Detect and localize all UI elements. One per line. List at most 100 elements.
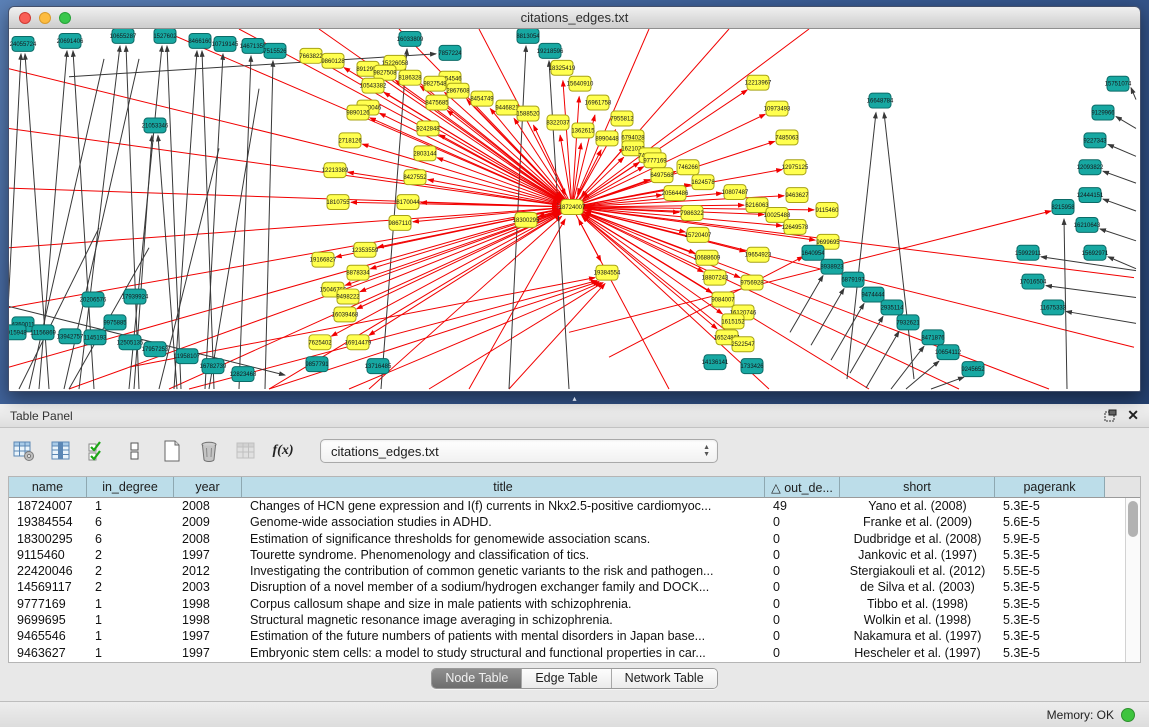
graph-node[interactable]: 8215958 — [1051, 200, 1075, 215]
graph-node[interactable]: 9245652 — [961, 362, 985, 377]
cell-short[interactable]: de Silva et al. (2003) — [840, 579, 995, 595]
graph-node[interactable]: 9827548 — [423, 76, 447, 91]
graph-node[interactable]: 8471876 — [921, 330, 945, 345]
column-header-out_de[interactable]: △ out_de... — [765, 477, 840, 498]
cell-short[interactable]: Nakamura et al. (1997) — [840, 628, 995, 644]
column-header-in_degree[interactable]: in_degree — [87, 477, 174, 498]
graph-node[interactable]: 11675333 — [1040, 300, 1067, 315]
graph-node[interactable]: 19218596 — [537, 43, 564, 58]
graph-node[interactable]: 9777169 — [643, 153, 667, 168]
graph-edge-red[interactable] — [439, 135, 572, 207]
graph-node[interactable]: 16039468 — [332, 307, 359, 322]
graph-node[interactable]: 9498222 — [336, 289, 360, 304]
network-selector-dropdown[interactable]: citations_edges.txt ▲▼ — [320, 439, 718, 463]
graph-edge-black[interactable] — [174, 51, 197, 389]
column-header-year[interactable]: year — [174, 477, 242, 498]
cell-in[interactable]: 1 — [87, 498, 174, 514]
graph-edge-black[interactable] — [1046, 286, 1136, 298]
graph-node[interactable]: 12649578 — [782, 219, 809, 234]
table-row[interactable]: 1456911722003Disruption of a novel membe… — [9, 579, 1140, 595]
graph-node[interactable]: 9756928 — [740, 275, 764, 290]
column-header-name[interactable]: name — [9, 477, 87, 498]
select-checks-button[interactable] — [84, 437, 112, 465]
cell-name[interactable]: 18724007 — [9, 498, 87, 514]
table-row[interactable]: 911546021997Tourette syndrome. Phenomeno… — [9, 547, 1140, 563]
cell-title[interactable]: Structural magnetic resonance image aver… — [242, 612, 765, 628]
graph-edge-black[interactable] — [1131, 88, 1136, 100]
cell-pr[interactable]: 5.3E-5 — [995, 579, 1105, 595]
graph-node[interactable]: 7857224 — [438, 45, 462, 60]
graph-node[interactable]: 1588520 — [516, 106, 540, 121]
graph-node[interactable]: 7986322 — [680, 206, 704, 221]
scrollbar-thumb[interactable] — [1128, 501, 1138, 537]
graph-node[interactable]: 9463627 — [785, 188, 809, 203]
graph-edge-black[interactable] — [891, 346, 924, 389]
cell-name[interactable]: 22420046 — [9, 563, 87, 579]
cell-title[interactable]: Tourette syndrome. Phenomenology and cla… — [242, 547, 765, 563]
graph-node[interactable]: 13716485 — [365, 359, 392, 374]
cell-year[interactable]: 1997 — [174, 547, 242, 563]
graph-edge-black[interactable] — [9, 306, 285, 375]
graph-edge-black[interactable] — [1100, 229, 1136, 241]
cell-pr[interactable]: 5.3E-5 — [995, 612, 1105, 628]
graph-edge-red[interactable] — [380, 113, 572, 207]
graph-edge-red[interactable] — [9, 128, 558, 205]
cell-title[interactable]: Changes of HCN gene expression and I(f) … — [242, 498, 765, 514]
graph-node[interactable]: 10688609 — [694, 250, 721, 265]
graph-node[interactable]: 12444151 — [1077, 188, 1104, 203]
graph-node[interactable]: 1640954 — [801, 245, 825, 260]
table-mode-button[interactable] — [10, 437, 38, 465]
graph-node[interactable]: 10719145 — [212, 36, 239, 51]
table-row[interactable]: 977716911998Corpus callosum shape and si… — [9, 596, 1140, 612]
table-row[interactable]: 946362711997Embryonic stem cells: a mode… — [9, 645, 1140, 661]
network-graph[interactable]: 1872400718300295193845547663822986012889… — [9, 29, 1140, 391]
graph-node[interactable]: 14136141 — [702, 355, 729, 370]
graph-node[interactable]: 13942757 — [57, 329, 84, 344]
graph-node[interactable]: 12505135 — [117, 335, 144, 350]
delete-trash-button[interactable] — [195, 437, 223, 465]
cell-in[interactable]: 6 — [87, 514, 174, 530]
cell-out[interactable]: 0 — [765, 596, 840, 612]
graph-edge-black[interactable] — [1116, 117, 1136, 129]
table-row[interactable]: 1872400712008Changes of HCN gene express… — [9, 498, 1140, 514]
graph-node[interactable]: 16033809 — [397, 31, 424, 46]
cell-year[interactable]: 1998 — [174, 596, 242, 612]
cell-name[interactable]: 9465546 — [9, 628, 87, 644]
graph-node[interactable]: 9474444 — [861, 287, 885, 302]
close-panel-icon[interactable]: ✕ — [1127, 407, 1139, 424]
graph-node[interactable]: 8454749 — [470, 91, 494, 106]
graph-node[interactable]: 8170044 — [396, 195, 420, 210]
graph-edge-black[interactable] — [811, 289, 844, 346]
graph-node[interactable]: 15692971 — [1082, 245, 1109, 260]
graph-node[interactable]: 10655287 — [110, 29, 137, 43]
graph-node[interactable]: 11156869 — [30, 325, 56, 340]
graph-node[interactable]: 19384554 — [594, 265, 621, 280]
graph-node[interactable]: 3915948 — [9, 325, 27, 340]
graph-node[interactable]: 15640910 — [567, 76, 594, 91]
cell-out[interactable]: 0 — [765, 514, 840, 530]
cell-out[interactable]: 0 — [765, 628, 840, 644]
graph-node[interactable]: 16648784 — [867, 93, 894, 108]
graph-node[interactable]: 9115460 — [816, 203, 840, 218]
graph-node[interactable]: 10807487 — [722, 185, 749, 200]
graph-node[interactable]: 7485063 — [775, 130, 799, 145]
graph-edge-black[interactable] — [1103, 171, 1136, 183]
cell-in[interactable]: 1 — [87, 645, 174, 661]
table-row[interactable]: 1938455462009Genome-wide association stu… — [9, 514, 1140, 530]
cell-short[interactable]: Stergiakouli et al. (2012) — [840, 563, 995, 579]
panel-splitter-handle[interactable]: ▴ — [572, 395, 576, 403]
graph-node[interactable]: 12213389 — [322, 163, 349, 178]
graph-edge-black[interactable] — [906, 361, 939, 389]
graph-edge-red[interactable] — [348, 172, 572, 207]
cell-year[interactable]: 1997 — [174, 645, 242, 661]
cell-in[interactable]: 6 — [87, 531, 174, 547]
graph-edge-black[interactable] — [790, 276, 823, 333]
cell-pr[interactable]: 5.9E-5 — [995, 531, 1105, 547]
graph-node[interactable]: 7663822 — [299, 48, 323, 63]
graph-node[interactable]: 16782739 — [200, 359, 227, 374]
graph-edge-black[interactable] — [167, 46, 181, 389]
graph-node[interactable]: 20564486 — [662, 186, 689, 201]
table-vertical-scrollbar[interactable] — [1125, 498, 1140, 662]
cell-pr[interactable]: 5.3E-5 — [995, 645, 1105, 661]
graph-edge-red[interactable] — [429, 283, 603, 389]
